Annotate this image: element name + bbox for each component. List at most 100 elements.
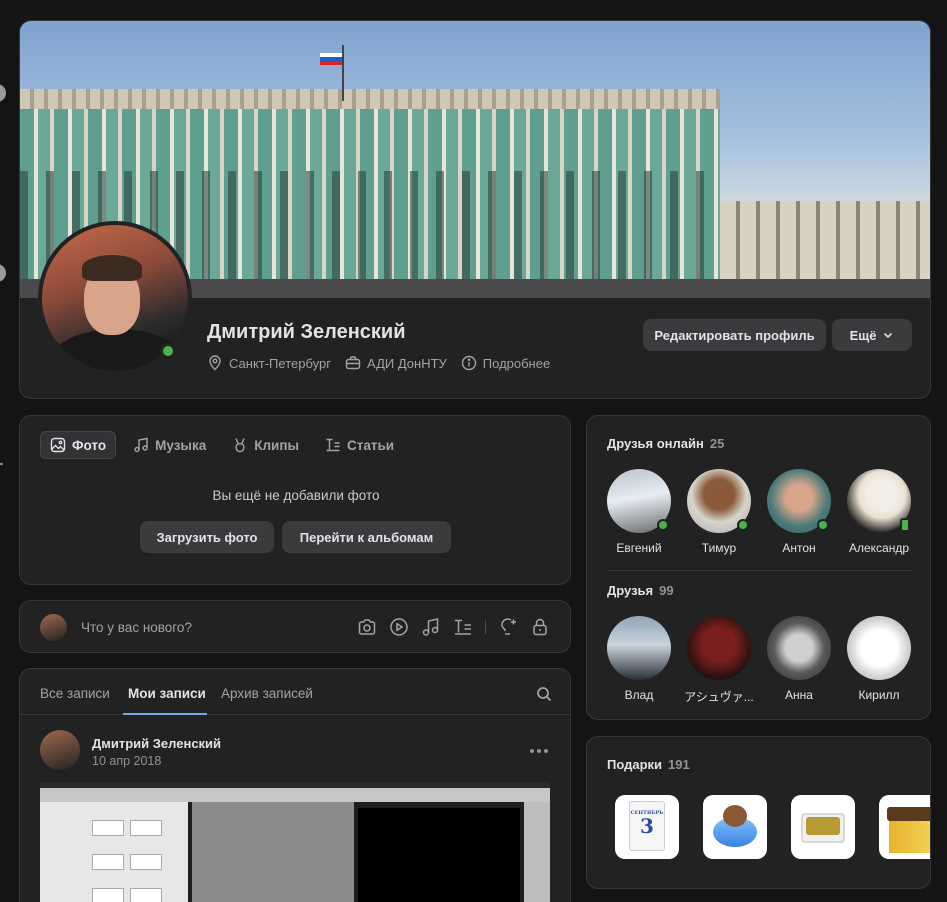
friend-online-item[interactable]: Антон	[759, 469, 839, 555]
tab-label: Фото	[72, 437, 107, 453]
media-card: Фото Музыка Клипы Статьи Вы ещё не добав…	[19, 415, 571, 585]
active-tab-underline	[123, 713, 207, 715]
articles-icon	[326, 438, 340, 452]
tab-clips[interactable]: Клипы	[223, 431, 308, 459]
post-date[interactable]: 10 апр 2018	[92, 754, 161, 768]
gift-food-icon	[806, 817, 840, 835]
friend-item[interactable]: アシュヴァ...	[679, 616, 759, 705]
profile-header: Дмитрий Зеленский Санкт-Петербург АДИ До…	[19, 20, 931, 399]
gift-bear[interactable]	[703, 795, 767, 859]
gift-present-icon	[889, 817, 930, 853]
friend-item[interactable]: Кирилл	[839, 616, 919, 702]
video-icon[interactable]	[389, 617, 409, 637]
tab-articles[interactable]: Статьи	[316, 431, 403, 459]
tab-archive[interactable]: Архив записей	[221, 686, 313, 701]
work-item[interactable]: АДИ ДонНТУ	[345, 355, 447, 371]
edit-profile-button[interactable]: Редактировать профиль	[643, 319, 826, 351]
edge-mark	[0, 463, 3, 465]
friend-item[interactable]: Влад	[599, 616, 679, 702]
music-icon	[134, 437, 148, 453]
more-label: Ещё	[849, 327, 877, 343]
location-pin-icon	[209, 355, 221, 371]
post-composer[interactable]: Что у вас нового?	[19, 600, 571, 653]
scroll-marker[interactable]	[0, 84, 6, 102]
online-indicator	[817, 519, 829, 531]
gift-bear-icon	[723, 805, 747, 827]
post-image[interactable]	[40, 782, 550, 902]
tab-label: Музыка	[155, 437, 207, 453]
upload-photo-button[interactable]: Загрузить фото	[140, 521, 274, 553]
friend-avatar	[687, 616, 751, 680]
composer-actions	[357, 617, 550, 637]
online-indicator	[657, 519, 669, 531]
gifts-count: 191	[668, 757, 690, 772]
friend-avatar	[767, 469, 831, 533]
friend-online-item[interactable]: Тимур	[679, 469, 759, 555]
cover-building	[720, 201, 930, 291]
details-link[interactable]: Подробнее	[461, 355, 550, 371]
briefcase-icon	[345, 356, 361, 370]
search-icon[interactable]	[536, 686, 552, 702]
city-item[interactable]: Санкт-Петербург	[207, 355, 331, 371]
article-icon[interactable]	[453, 617, 473, 637]
friends-title[interactable]: Друзья 99	[607, 583, 674, 598]
music-icon[interactable]	[421, 617, 441, 637]
friends-online-label: Друзья онлайн	[607, 436, 704, 451]
tab-photos[interactable]: Фото	[40, 431, 117, 459]
gift-surprise[interactable]	[879, 795, 930, 859]
friend-avatar	[847, 469, 911, 533]
friend-name: Анна	[785, 688, 813, 702]
profile-name: Дмитрий Зеленский	[207, 321, 406, 343]
more-button[interactable]: Ещё	[832, 319, 912, 351]
friend-avatar	[767, 616, 831, 680]
gift-food[interactable]	[791, 795, 855, 859]
media-tabs: Фото Музыка Клипы Статьи	[40, 431, 403, 459]
wall-tabs: Все записи Мои записи Архив записей	[20, 669, 570, 715]
tab-music[interactable]: Музыка	[124, 431, 215, 459]
work-label: АДИ ДонНТУ	[366, 355, 447, 371]
friend-name: アシュヴァ...	[684, 690, 754, 704]
friends-online-title[interactable]: Друзья онлайн 25	[607, 436, 724, 451]
calendar-icon: СЕНТЯБРЬ 3	[629, 801, 665, 851]
friend-item[interactable]: Анна	[759, 616, 839, 702]
friend-online-item[interactable]: Евгений	[599, 469, 679, 555]
go-to-albums-button[interactable]: Перейти к альбомам	[282, 521, 451, 553]
idea-icon[interactable]	[498, 617, 518, 637]
flag-icon	[320, 53, 342, 65]
gifts-title[interactable]: Подарки 191	[607, 757, 690, 772]
friend-avatar	[847, 616, 911, 680]
friends-block: Друзья онлайн 25 Евгений Тимур Антон Алек…	[586, 415, 931, 720]
chevron-down-icon	[884, 332, 893, 339]
friend-avatar	[687, 469, 751, 533]
composer-input[interactable]: Что у вас нового?	[81, 620, 192, 635]
calendar-day: 3	[640, 814, 654, 838]
gifts-label: Подарки	[607, 757, 663, 772]
post-more-icon[interactable]	[530, 749, 548, 753]
wall-feed: Все записи Мои записи Архив записей Дмит…	[19, 668, 571, 902]
camera-icon[interactable]	[357, 617, 377, 637]
post-author[interactable]: Дмитрий Зеленский	[92, 736, 221, 751]
tab-my-posts[interactable]: Мои записи	[128, 686, 206, 701]
scroll-marker[interactable]	[0, 264, 6, 282]
screenshot-sidebar	[524, 802, 550, 902]
online-indicator	[737, 519, 749, 531]
city-label: Санкт-Петербург	[229, 355, 331, 371]
friend-name: Антон	[782, 541, 816, 555]
flagpole	[342, 45, 344, 101]
profile-meta: Санкт-Петербург АДИ ДонНТУ Подробнее	[207, 355, 550, 371]
friend-online-item[interactable]: Александр	[839, 469, 919, 555]
gift-calendar[interactable]: СЕНТЯБРЬ 3	[615, 795, 679, 859]
composer-avatar	[40, 614, 67, 641]
left-edge	[0, 0, 8, 902]
tab-label: Статьи	[347, 437, 395, 453]
gifts-block: Подарки 191 СЕНТЯБРЬ 3	[586, 736, 931, 889]
lock-icon[interactable]	[530, 617, 550, 637]
friend-avatar	[607, 616, 671, 680]
friend-name: Кирилл	[858, 688, 900, 702]
mobile-online-icon	[900, 518, 910, 532]
friend-name: Тимур	[701, 541, 737, 555]
photo-icon	[50, 437, 66, 453]
screenshot-preview	[358, 808, 520, 902]
tab-all-posts[interactable]: Все записи	[40, 686, 110, 701]
post-author-avatar[interactable]	[40, 730, 80, 770]
